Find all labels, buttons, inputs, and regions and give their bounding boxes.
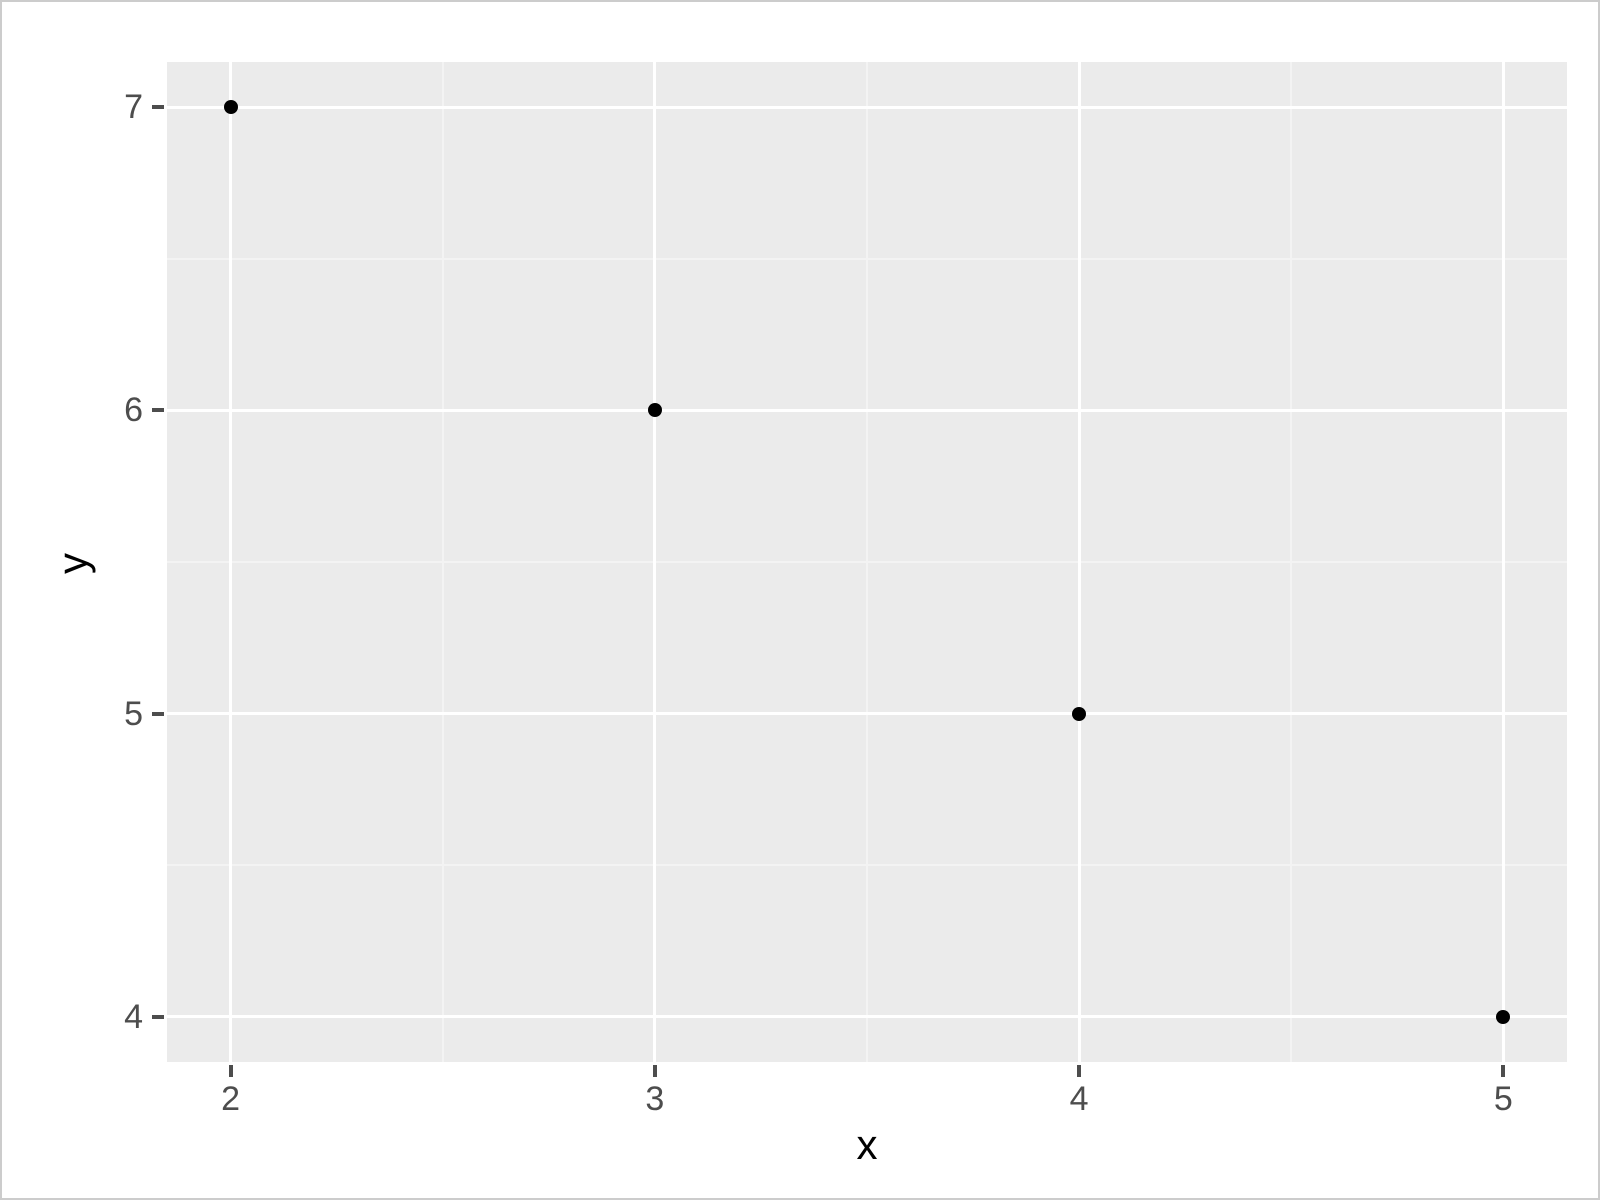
x-tick [1501, 1065, 1505, 1077]
grid-major-v [653, 62, 656, 1062]
grid-major-h [167, 1015, 1567, 1018]
x-tick [1077, 1065, 1081, 1077]
x-tick-label: 4 [1070, 1082, 1089, 1116]
grid-major-v [1078, 62, 1081, 1062]
x-tick-label: 5 [1494, 1082, 1513, 1116]
y-tick-label: 5 [124, 697, 143, 731]
y-tick-label: 4 [124, 1000, 143, 1034]
y-tick-label: 7 [124, 90, 143, 124]
grid-major-h [167, 409, 1567, 412]
grid-minor-h [167, 864, 1567, 866]
x-tick-label: 3 [645, 1082, 664, 1116]
y-tick [152, 712, 164, 716]
x-tick [229, 1065, 233, 1077]
grid-minor-h [167, 561, 1567, 563]
grid-major-v [229, 62, 232, 1062]
data-point [1072, 707, 1086, 721]
grid-major-h [167, 712, 1567, 715]
grid-major-h [167, 106, 1567, 109]
y-axis-title: y [52, 553, 94, 574]
y-tick [152, 1015, 164, 1019]
y-tick [152, 105, 164, 109]
x-axis-title: x [857, 1124, 878, 1166]
x-tick [653, 1065, 657, 1077]
data-point [224, 100, 238, 114]
chart-frame: y x 2 3 4 5 4 5 6 7 [0, 0, 1600, 1200]
data-point [1496, 1010, 1510, 1024]
grid-major-v [1502, 62, 1505, 1062]
x-tick-label: 2 [221, 1082, 240, 1116]
grid-minor-h [167, 258, 1567, 260]
y-tick [152, 408, 164, 412]
y-tick-label: 6 [124, 393, 143, 427]
